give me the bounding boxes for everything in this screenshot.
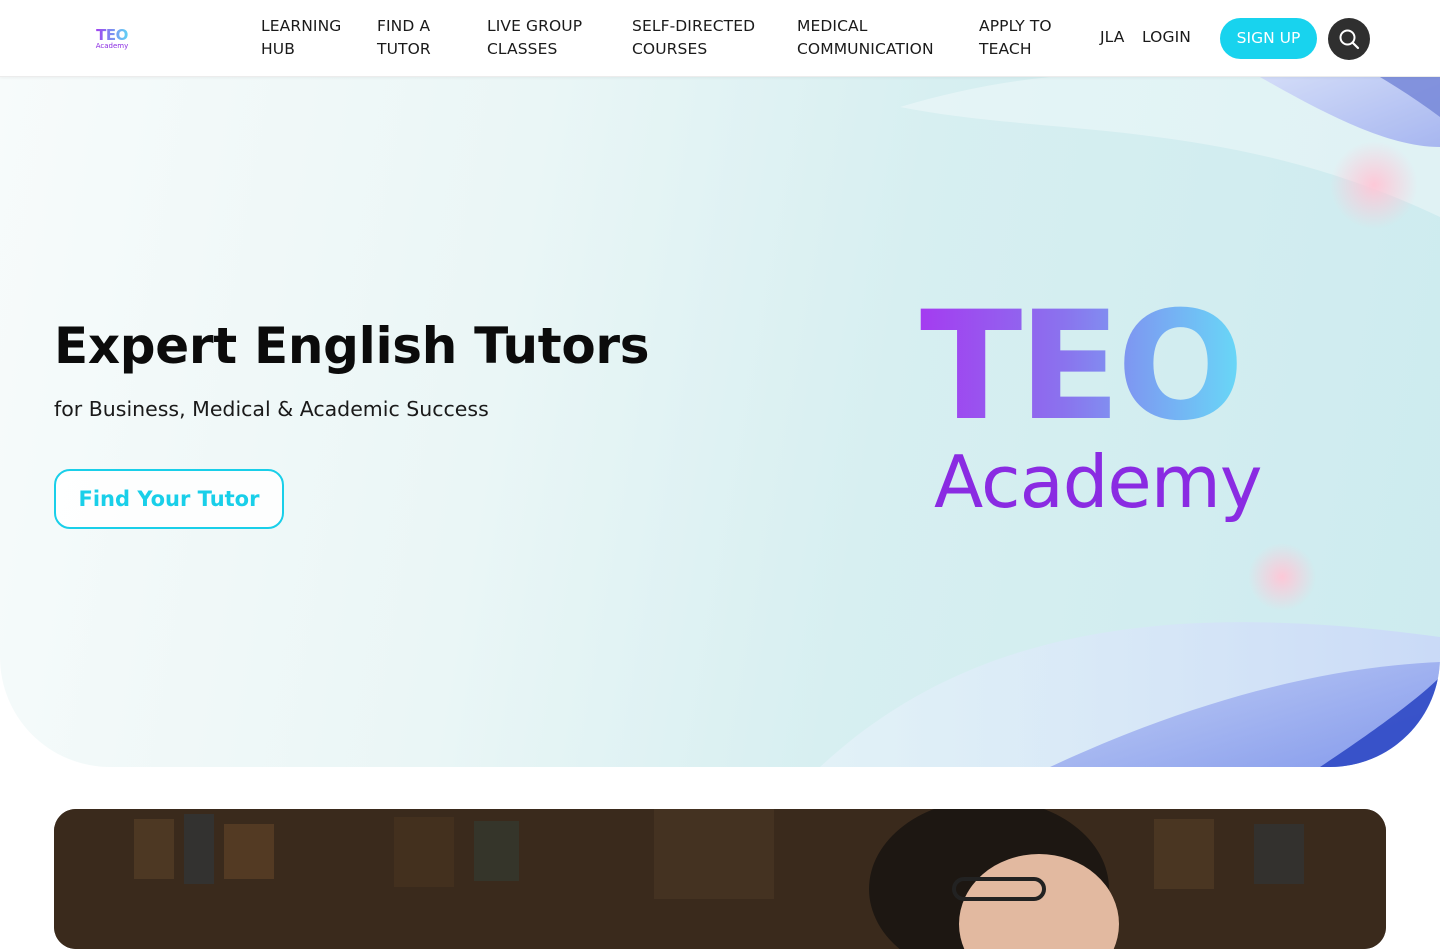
nav-item-jla[interactable]: JLA: [1100, 26, 1124, 49]
nav-item-medical-communication[interactable]: MEDICAL COMMUNICATION: [797, 15, 934, 61]
nav-item-learning-hub[interactable]: LEARNING HUB: [261, 15, 341, 61]
logo-wordmark: TEO: [96, 26, 128, 44]
nav-label-line2: CLASSES: [487, 40, 558, 58]
hero-logo-subtitle: Academy: [934, 440, 1262, 524]
hero-subtitle: for Business, Medical & Academic Success: [54, 397, 489, 421]
find-your-tutor-button[interactable]: Find Your Tutor: [54, 469, 284, 529]
nav-label-line1: LEARNING: [261, 17, 342, 35]
search-icon: [1339, 29, 1360, 50]
logo-subtitle: Academy: [95, 42, 129, 50]
nav-label-line1: APPLY TO: [979, 17, 1052, 35]
site-header: TEO Academy LEARNING HUB FIND A TUTOR LI…: [0, 0, 1440, 77]
site-logo[interactable]: TEO Academy: [95, 28, 129, 52]
student-photo: [54, 809, 1386, 949]
nav-item-apply-to-teach[interactable]: APPLY TO TEACH: [979, 15, 1052, 61]
signup-button[interactable]: SIGN UP: [1220, 18, 1317, 59]
search-button[interactable]: [1328, 18, 1370, 60]
nav-label-line2: TUTOR: [377, 40, 431, 58]
nav-label-line2: HUB: [261, 40, 295, 58]
nav-item-login[interactable]: LOGIN: [1142, 26, 1191, 49]
hero-logo-wordmark: TEO: [920, 280, 1244, 454]
hero-title: Expert English Tutors: [54, 317, 650, 375]
nav-label-line2: COURSES: [632, 40, 708, 58]
nav-label-line1: SELF-DIRECTED: [632, 17, 756, 35]
nav-label-line2: TEACH: [979, 40, 1032, 58]
hero-section: Expert English Tutors for Business, Medi…: [0, 77, 1440, 767]
nav-label-line1: LIVE GROUP: [487, 17, 583, 35]
nav-item-live-group-classes[interactable]: LIVE GROUP CLASSES: [487, 15, 582, 61]
nav-item-self-directed-courses[interactable]: SELF-DIRECTED COURSES: [632, 15, 755, 61]
nav-item-find-a-tutor[interactable]: FIND A TUTOR: [377, 15, 431, 61]
hero-logo: TEO Academy: [920, 280, 1262, 532]
nav-label-line2: COMMUNICATION: [797, 40, 934, 58]
photo-banner: [54, 809, 1386, 949]
nav-label-line1: MEDICAL: [797, 17, 868, 35]
nav-label-line1: FIND A: [377, 17, 431, 35]
